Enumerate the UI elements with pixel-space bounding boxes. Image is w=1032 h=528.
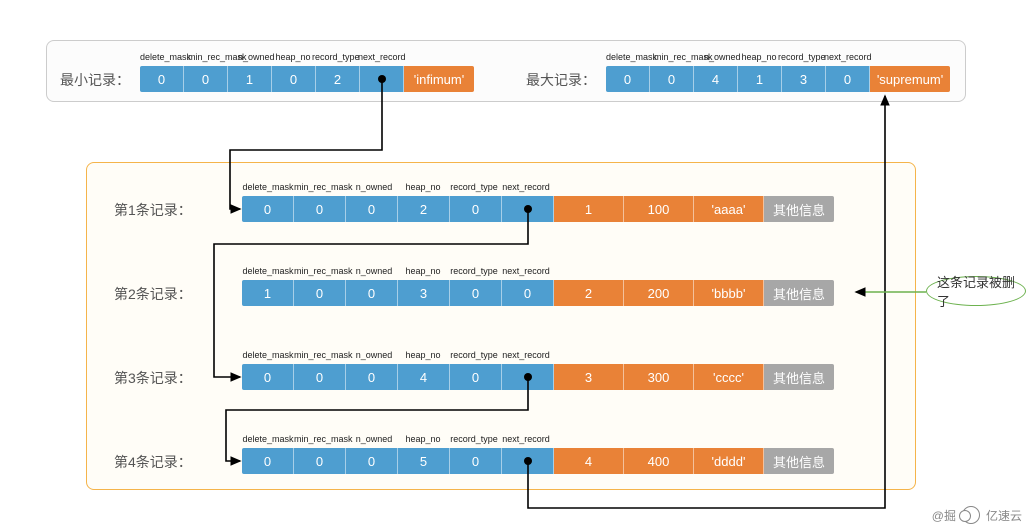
max-record-row: 0 0 4 1 3 0 'supremum' [606, 66, 950, 92]
record3-dot [524, 373, 532, 381]
min-record-row: 0 0 1 0 2 'infimum' [140, 66, 474, 92]
hdr-delete_mask: delete_mask [140, 52, 188, 62]
hdr-record_type: record_type [312, 52, 358, 62]
record1-row: 0 0 0 2 0 1 100 'aaaa' 其他信息 [242, 196, 834, 222]
hdr2-min_rec_mask: min_rec_mask [654, 52, 704, 62]
max-cell-5: 0 [826, 66, 870, 92]
min-cell-3: 0 [272, 66, 316, 92]
watermark-logo-icon [962, 506, 980, 524]
hdr2-delete_mask: delete_mask [606, 52, 654, 62]
deleted-callout: 这条记录被删了 [926, 276, 1026, 306]
record4-label: 第4条记录： [114, 452, 192, 472]
min-cell-tail: 'infimum' [404, 66, 474, 92]
max-record-headers: delete_mask min_rec_mask n_owned heap_no… [606, 52, 870, 62]
watermark-left: @掘 [932, 507, 956, 524]
hdr-heap_no: heap_no [274, 52, 312, 62]
hdr2-next_record: next_record [824, 52, 870, 62]
hdr-n_owned: n_owned [238, 52, 274, 62]
min-cell-4: 2 [316, 66, 360, 92]
max-record-label: 最大记录： [526, 70, 596, 90]
min-cell-2: 1 [228, 66, 272, 92]
max-cell-0: 0 [606, 66, 650, 92]
watermark: @掘 亿速云 [932, 506, 1022, 524]
max-cell-tail: 'supremum' [870, 66, 950, 92]
max-cell-4: 3 [782, 66, 826, 92]
record3-row: 0 0 0 4 0 3 300 'cccc' 其他信息 [242, 364, 834, 390]
record1-dot [524, 205, 532, 213]
record2-headers: delete_mask min_rec_mask n_owned heap_no… [242, 266, 552, 276]
record4-headers: delete_mask min_rec_mask n_owned heap_no… [242, 434, 552, 444]
max-cell-2: 4 [694, 66, 738, 92]
record2-row: 1 0 0 3 0 0 2 200 'bbbb' 其他信息 [242, 280, 834, 306]
hdr2-record_type: record_type [778, 52, 824, 62]
record1-label: 第1条记录： [114, 200, 192, 220]
record2-label: 第2条记录： [114, 284, 192, 304]
min-record-headers: delete_mask min_rec_mask n_owned heap_no… [140, 52, 404, 62]
max-cell-3: 1 [738, 66, 782, 92]
record4-dot [524, 457, 532, 465]
hdr-next_record: next_record [358, 52, 404, 62]
record3-label: 第3条记录： [114, 368, 192, 388]
record1-headers: delete_mask min_rec_mask n_owned heap_no… [242, 182, 552, 192]
hdr2-heap_no: heap_no [740, 52, 778, 62]
max-cell-1: 0 [650, 66, 694, 92]
record3-headers: delete_mask min_rec_mask n_owned heap_no… [242, 350, 552, 360]
record4-row: 0 0 0 5 0 4 400 'dddd' 其他信息 [242, 448, 834, 474]
min-next-dot [378, 75, 386, 83]
min-cell-1: 0 [184, 66, 228, 92]
hdr2-n_owned: n_owned [704, 52, 740, 62]
hdr-min_rec_mask: min_rec_mask [188, 52, 238, 62]
min-cell-0: 0 [140, 66, 184, 92]
watermark-right: 亿速云 [986, 507, 1022, 524]
min-record-label: 最小记录： [60, 70, 130, 90]
